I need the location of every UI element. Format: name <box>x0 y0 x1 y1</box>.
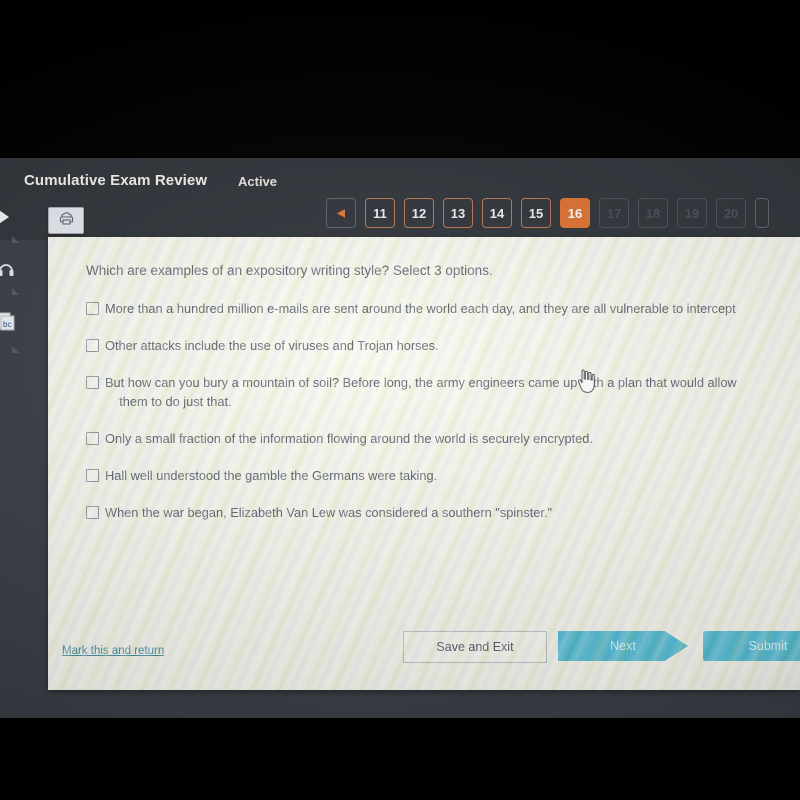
status-badge: Active <box>238 174 278 189</box>
headphones-icon[interactable] <box>0 258 18 280</box>
question-prompt: Which are examples of an expository writ… <box>86 263 493 278</box>
option-checkbox[interactable] <box>86 506 99 519</box>
pager-next-button[interactable] <box>755 198 769 228</box>
option-checkbox[interactable] <box>86 339 99 352</box>
option-checkbox[interactable] <box>86 376 99 389</box>
pager-prev-button[interactable]: ◀ <box>326 198 356 228</box>
next-button[interactable]: Next <box>558 631 688 661</box>
chevron-right-icon[interactable] <box>0 206 18 228</box>
pager-page-13[interactable]: 13 <box>443 198 473 228</box>
left-rail: bc <box>0 158 26 718</box>
abc-document-icon[interactable]: bc <box>0 310 18 332</box>
letterbox-top <box>0 0 800 158</box>
option-row[interactable]: When the war began, Elizabeth Van Lew wa… <box>86 503 800 522</box>
option-row[interactable]: Hall well understood the gamble the Germ… <box>86 466 800 485</box>
rail-corner-2 <box>12 288 19 295</box>
option-row[interactable]: Only a small fraction of the information… <box>86 429 800 448</box>
mark-this-and-return-link[interactable]: Mark this and return <box>62 645 164 657</box>
option-checkbox[interactable] <box>86 432 99 445</box>
option-label: When the war began, Elizabeth Van Lew wa… <box>105 505 553 520</box>
pager-page-19: 19 <box>677 198 707 228</box>
option-label: Hall well understood the gamble the Germ… <box>105 468 438 483</box>
option-label: Only a small fraction of the information… <box>105 431 593 446</box>
pager-page-17: 17 <box>599 198 629 228</box>
pager-page-15[interactable]: 15 <box>521 198 551 228</box>
exam-header-bar: Cumulative Exam Review Active ◀ 11 12 13… <box>0 158 800 240</box>
rail-corner-3 <box>12 346 19 353</box>
answer-options-list: More than a hundred million e-mails are … <box>86 299 800 540</box>
chevron-left-icon: ◀ <box>337 207 345 219</box>
letterbox-bottom <box>0 718 800 800</box>
page-title: Cumulative Exam Review <box>24 172 208 189</box>
pager-page-11[interactable]: 11 <box>365 198 395 228</box>
printer-icon <box>58 211 75 231</box>
screen-photo: Cumulative Exam Review Active ◀ 11 12 13… <box>0 158 800 718</box>
option-checkbox[interactable] <box>86 469 99 482</box>
save-and-exit-button[interactable]: Save and Exit <box>403 631 547 663</box>
svg-text:bc: bc <box>3 320 11 329</box>
pager-page-16-current[interactable]: 16 <box>560 198 590 228</box>
option-label: But how can you bury a mountain of soil?… <box>105 375 737 409</box>
submit-button[interactable]: Submit <box>703 631 800 661</box>
option-checkbox[interactable] <box>86 302 99 315</box>
rail-corner-1 <box>12 236 19 243</box>
mouse-cursor-hand <box>576 368 598 394</box>
option-row[interactable]: Other attacks include the use of viruses… <box>86 336 800 355</box>
pager-page-20: 20 <box>716 198 746 228</box>
pager-page-14[interactable]: 14 <box>482 198 512 228</box>
pager-page-12[interactable]: 12 <box>404 198 434 228</box>
pager-page-18: 18 <box>638 198 668 228</box>
print-button[interactable] <box>48 207 84 234</box>
option-label: More than a hundred million e-mails are … <box>105 301 736 316</box>
pagination[interactable]: ◀ 11 12 13 14 15 16 17 18 19 20 <box>326 198 769 228</box>
screenshot-root: Cumulative Exam Review Active ◀ 11 12 13… <box>0 0 800 800</box>
option-label: Other attacks include the use of viruses… <box>105 338 439 353</box>
option-row[interactable]: More than a hundred million e-mails are … <box>86 299 800 318</box>
question-panel: Which are examples of an expository writ… <box>48 237 800 690</box>
option-row[interactable]: But how can you bury a mountain of soil?… <box>86 373 800 411</box>
